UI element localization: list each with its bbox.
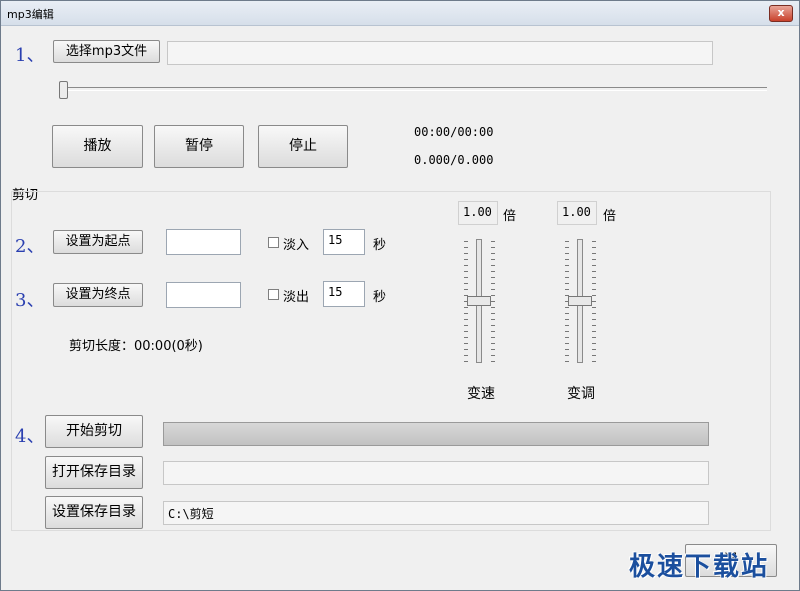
speed-value: 1.00: [458, 201, 498, 225]
fade-out-label: 淡出: [283, 290, 310, 305]
mp3-editor-window: mp3编辑 x 1、 选择mp3文件 播放 暂停 停止 00:00/00:00 …: [0, 0, 800, 591]
play-button[interactable]: 播放: [52, 125, 143, 168]
start-cut-button[interactable]: 开始剪切: [45, 415, 143, 448]
set-end-button[interactable]: 设置为终点: [53, 283, 143, 307]
fade-in-input[interactable]: 15: [323, 229, 365, 255]
select-mp3-button[interactable]: 选择mp3文件: [53, 40, 160, 63]
watermark-text: 极速下载站: [629, 552, 770, 582]
open-save-dir-button[interactable]: 打开保存目录: [45, 456, 143, 489]
fade-in-unit: 秒: [373, 238, 387, 253]
cut-progress-bar: [163, 422, 709, 446]
pitch-slider-thumb[interactable]: [568, 296, 592, 306]
title-bar: mp3编辑 x: [1, 1, 799, 26]
speed-label: 变速: [467, 386, 495, 402]
pitch-label: 变调: [567, 386, 595, 402]
open-dir-field: [163, 461, 709, 485]
step-1-label: 1、: [15, 45, 45, 66]
step-3-label: 3、: [15, 290, 45, 311]
playback-slider-thumb[interactable]: [59, 81, 68, 99]
close-button[interactable]: x: [769, 5, 793, 22]
set-start-button[interactable]: 设置为起点: [53, 230, 143, 254]
playback-slider-track[interactable]: [63, 87, 767, 91]
pitch-unit: 倍: [603, 209, 617, 224]
end-time-input[interactable]: [166, 282, 241, 308]
start-time-input[interactable]: [166, 229, 241, 255]
time-readout: 00:00/00:00: [414, 125, 494, 139]
fade-out-checkbox[interactable]: [268, 289, 279, 300]
speed-unit: 倍: [503, 209, 517, 224]
pause-button[interactable]: 暂停: [154, 125, 244, 168]
window-title: mp3编辑: [7, 8, 54, 21]
pitch-value: 1.00: [557, 201, 597, 225]
step-2-label: 2、: [15, 236, 45, 257]
set-save-dir-button[interactable]: 设置保存目录: [45, 496, 143, 529]
seconds-readout: 0.000/0.000: [414, 153, 494, 167]
fade-in-checkbox[interactable]: [268, 237, 279, 248]
file-path-field[interactable]: [167, 41, 713, 65]
save-dir-field[interactable]: C:\剪短: [163, 501, 709, 525]
fade-out-unit: 秒: [373, 290, 387, 305]
speed-slider-thumb[interactable]: [467, 296, 491, 306]
speed-ticks-right: [491, 241, 495, 363]
fade-out-input[interactable]: 15: [323, 281, 365, 307]
fade-in-label: 淡入: [283, 238, 310, 253]
stop-button[interactable]: 停止: [258, 125, 348, 168]
step-4-label: 4、: [15, 426, 45, 447]
cut-length-text: 剪切长度：00:00(0秒): [69, 339, 203, 354]
pitch-ticks-right: [592, 241, 596, 363]
